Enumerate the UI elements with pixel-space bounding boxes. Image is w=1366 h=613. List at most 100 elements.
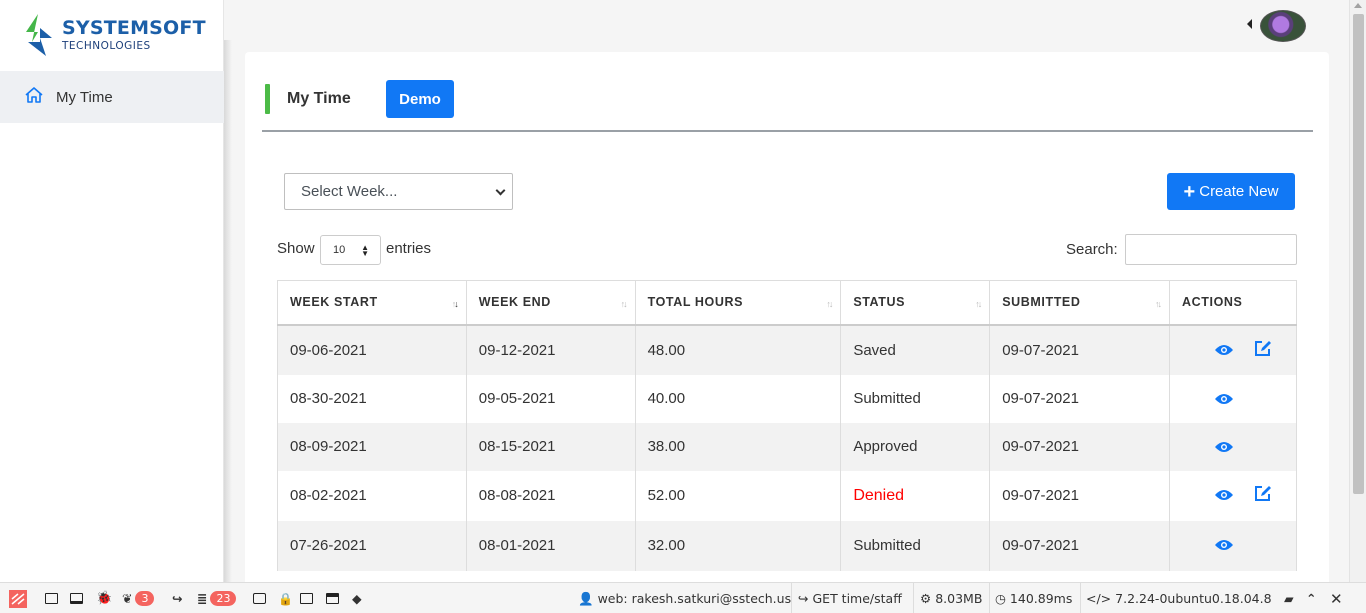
clock-icon: ◷ xyxy=(995,591,1006,606)
cell-status: Denied xyxy=(840,470,991,521)
share-icon[interactable]: ↪ xyxy=(172,583,182,613)
scroll-up-arrow-icon[interactable] xyxy=(1354,3,1362,8)
cell-submitted: 09-07-2021 xyxy=(989,374,1171,423)
cell-status: Approved xyxy=(840,422,991,471)
messages-icon[interactable] xyxy=(45,583,58,613)
lock-icon[interactable]: 🔒 xyxy=(278,583,293,613)
cell-week-start: 08-09-2021 xyxy=(277,422,467,471)
plus-icon: + xyxy=(1183,180,1196,203)
cell-status: Saved xyxy=(840,324,991,375)
table-row: 08-30-2021 09-05-2021 40.00 Submitted 09… xyxy=(277,374,1297,423)
sidebar-item-label: My Time xyxy=(56,88,113,106)
cell-actions xyxy=(1169,520,1297,571)
cell-week-start: 07-26-2021 xyxy=(277,520,467,571)
cell-total-hours: 52.00 xyxy=(634,470,842,521)
chevron-up-icon[interactable]: ⌃ xyxy=(1306,583,1316,613)
page-length-value: 10 xyxy=(333,244,346,256)
edit-icon[interactable] xyxy=(1254,485,1272,506)
column-header-status[interactable]: STATUS ↑↓ xyxy=(840,280,991,326)
tags-icon[interactable]: ◆ xyxy=(352,583,362,613)
brand-name: SYSTEMSOFT xyxy=(62,16,206,39)
eye-icon[interactable] xyxy=(1215,488,1234,505)
tab-my-time[interactable]: My Time xyxy=(287,90,351,108)
select-week-value: Select Week... xyxy=(301,183,398,200)
close-icon[interactable]: ✕ xyxy=(1330,583,1343,613)
archive-icon[interactable] xyxy=(326,583,339,613)
leaf-icon[interactable]: ❦ 3 xyxy=(122,583,155,613)
cell-submitted: 09-07-2021 xyxy=(989,422,1171,471)
inbox-icon[interactable] xyxy=(253,583,266,613)
page-scrollbar[interactable] xyxy=(1349,0,1366,582)
code-icon: </> xyxy=(1086,591,1112,606)
cell-week-start: 09-06-2021 xyxy=(277,324,467,375)
table-row: 07-26-2021 08-01-2021 32.00 Submitted 09… xyxy=(277,520,1297,571)
bug-icon[interactable]: 🐞 xyxy=(96,583,112,613)
queries-badge: 23 xyxy=(210,591,237,606)
table-row: 09-06-2021 09-12-2021 48.00 Saved 09-07-… xyxy=(277,324,1297,375)
search-label: Search: xyxy=(1066,241,1118,258)
sort-icon: ↑↓ xyxy=(826,299,833,309)
eye-icon[interactable] xyxy=(1215,538,1234,555)
timeline-icon[interactable] xyxy=(70,583,83,613)
page-length-select[interactable]: 10 ▲ ▼ xyxy=(320,235,381,265)
cell-actions xyxy=(1169,470,1297,521)
chevron-down-icon xyxy=(495,185,506,196)
sort-icon: ↑↓ xyxy=(975,299,982,309)
brand-logo[interactable]: SYSTEMSOFT TECHNOLOGIES xyxy=(24,14,206,56)
cell-actions xyxy=(1169,374,1297,423)
home-icon xyxy=(24,86,44,109)
column-header-submitted[interactable]: SUBMITTED ↑↓ xyxy=(989,280,1171,326)
sidebar-shadow xyxy=(224,40,232,582)
cell-week-end: 08-08-2021 xyxy=(465,470,636,521)
show-label: Show xyxy=(277,240,315,257)
cell-status: Submitted xyxy=(840,520,991,571)
eye-icon[interactable] xyxy=(1215,343,1234,360)
column-header-actions: ACTIONS xyxy=(1169,280,1297,326)
cell-status: Submitted xyxy=(840,374,991,423)
list-icon[interactable] xyxy=(300,583,313,613)
sidebar: SYSTEMSOFT TECHNOLOGIES My Time xyxy=(0,0,224,582)
column-header-total-hours[interactable]: TOTAL HOURS ↑↓ xyxy=(634,280,842,326)
cell-week-end: 09-05-2021 xyxy=(465,374,636,423)
sort-icon: ↑↓ xyxy=(620,299,628,309)
brand-subtitle: TECHNOLOGIES xyxy=(62,39,151,52)
column-header-week-end[interactable]: WEEK END ↑↓ xyxy=(465,280,636,326)
cell-total-hours: 48.00 xyxy=(634,324,842,375)
logs-badge: 3 xyxy=(135,591,155,606)
tab-divider xyxy=(262,130,1313,132)
folder-open-icon[interactable]: ▰ xyxy=(1284,583,1294,613)
create-new-button[interactable]: + Create New xyxy=(1167,173,1295,210)
tab-demo[interactable]: Demo xyxy=(386,80,454,118)
entries-label: entries xyxy=(386,240,432,257)
edit-icon[interactable] xyxy=(1254,340,1272,361)
select-week-dropdown[interactable]: Select Week... xyxy=(284,173,513,210)
table-row: 08-09-2021 08-15-2021 38.00 Approved 09-… xyxy=(277,422,1297,471)
debug-route: ↪ GET time/staff xyxy=(798,591,902,606)
eye-icon[interactable] xyxy=(1215,440,1234,457)
debug-user: 👤 web: rakesh.satkuri@sstech.us xyxy=(578,590,792,607)
cell-week-start: 08-02-2021 xyxy=(277,470,467,521)
debug-memory: ⚙ 8.03MB xyxy=(920,591,983,606)
scrollbar-thumb[interactable] xyxy=(1353,14,1364,494)
laravel-logo-icon[interactable] xyxy=(8,583,28,613)
avatar[interactable] xyxy=(1260,10,1306,42)
eye-icon[interactable] xyxy=(1215,392,1234,409)
database-icon[interactable]: ≣ 23 xyxy=(197,583,237,613)
brand-logo-mark xyxy=(24,14,54,56)
caret-left-icon[interactable] xyxy=(1247,19,1252,29)
create-new-label: Create New xyxy=(1199,183,1279,200)
cell-week-end: 08-01-2021 xyxy=(465,520,636,571)
debug-php-version: </> 7.2.24-0ubuntu0.18.04.8 xyxy=(1086,591,1272,606)
timesheet-table: WEEK START ↑↓ WEEK END ↑↓ TOTAL HOURS ↑↓ ST… xyxy=(277,280,1297,571)
user-icon: 👤 xyxy=(578,590,594,606)
search-input[interactable] xyxy=(1125,234,1297,265)
cell-total-hours: 32.00 xyxy=(634,520,842,571)
cell-submitted: 09-07-2021 xyxy=(989,470,1171,521)
cogs-icon: ⚙ xyxy=(920,591,932,606)
column-header-week-start[interactable]: WEEK START ↑↓ xyxy=(277,280,467,326)
share-icon: ↪ xyxy=(798,591,809,606)
sidebar-item-my-time[interactable]: My Time xyxy=(0,71,224,123)
cell-total-hours: 38.00 xyxy=(634,422,842,471)
cell-week-end: 09-12-2021 xyxy=(465,324,636,375)
sort-icon: ↑↓ xyxy=(1155,299,1162,309)
